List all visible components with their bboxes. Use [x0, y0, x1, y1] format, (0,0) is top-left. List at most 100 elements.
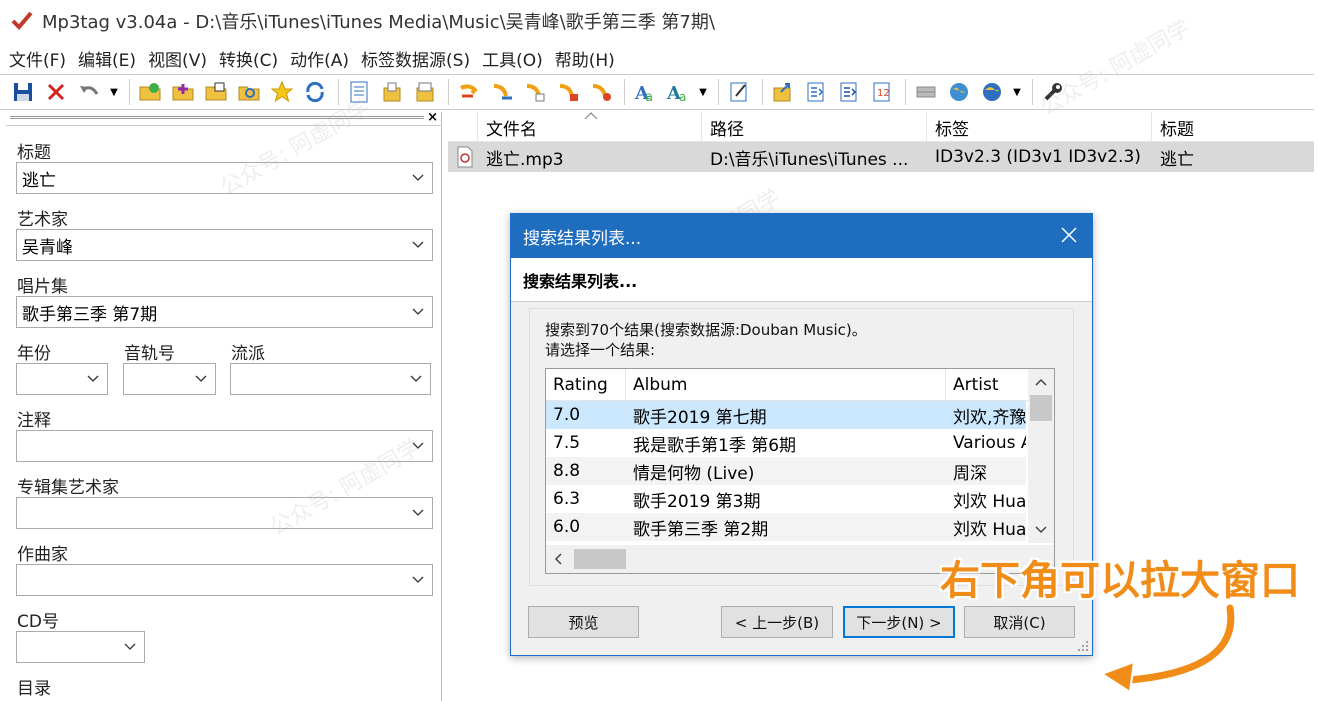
result-row[interactable]: 6.0 歌手第三季 第2期 刘欢 Hua [546, 513, 1026, 541]
change-directory-icon[interactable] [135, 77, 165, 107]
title-combo[interactable]: 逃亡 [16, 162, 433, 194]
folder-refresh-icon[interactable] [234, 77, 264, 107]
result-artist: 刘欢 Hua [953, 491, 1026, 512]
menu-convert[interactable]: 转换(C) [216, 46, 281, 71]
favorites-star-icon[interactable] [267, 77, 297, 107]
result-artist: 刘欢,齐豫 [953, 407, 1026, 428]
tag-to-tag-icon[interactable] [553, 77, 583, 107]
playlist-export-icon[interactable] [834, 77, 864, 107]
title-value: 逃亡 [22, 170, 56, 191]
result-artist: 周深 [953, 463, 987, 484]
year-combo[interactable] [16, 363, 108, 395]
column-path[interactable]: 路径 [702, 112, 927, 142]
result-artist: Various A [953, 433, 1026, 453]
dialog-header: 搜索结果列表... [511, 258, 1092, 302]
preview-button[interactable]: 预览 [528, 606, 639, 638]
menu-view[interactable]: 视图(V) [145, 46, 210, 71]
result-row[interactable]: 8.8 情是何物 (Live) 周深 [546, 457, 1026, 485]
tag-source-globe-icon[interactable] [977, 77, 1007, 107]
text-list-icon[interactable] [344, 77, 374, 107]
app-checkmark-icon [11, 11, 33, 30]
icon-column-header[interactable] [448, 112, 478, 142]
numbering-icon[interactable]: 12 [867, 77, 897, 107]
copy-tag-icon[interactable] [377, 77, 407, 107]
refresh-icon[interactable] [300, 77, 330, 107]
scroll-left-icon[interactable] [552, 552, 566, 566]
artist-label: 艺术家 [17, 210, 68, 230]
export-icon[interactable] [768, 77, 798, 107]
column-tag[interactable]: 标签 [927, 112, 1152, 142]
artist-combo[interactable]: 吴青峰 [16, 229, 433, 261]
result-row[interactable]: 7.5 我是歌手第1季 第6期 Various A [546, 429, 1026, 457]
comment-combo[interactable] [16, 430, 433, 462]
year-label: 年份 [17, 344, 51, 364]
resize-grip-icon[interactable] [1077, 640, 1089, 652]
result-row[interactable]: 7.0 歌手2019 第七期 刘欢,齐豫 [546, 401, 1026, 429]
options-wrench-icon[interactable] [1038, 77, 1068, 107]
result-row[interactable]: 6.3 歌手2019 第3期 刘欢 Hua [546, 485, 1026, 513]
playlist-icon[interactable] [801, 77, 831, 107]
column-artist[interactable]: Artist [946, 369, 1040, 401]
paste-tag-icon[interactable] [410, 77, 440, 107]
album-label: 唱片集 [17, 277, 68, 297]
close-icon[interactable] [1060, 226, 1078, 244]
menu-tools[interactable]: 工具(O) [479, 46, 546, 71]
menu-file[interactable]: 文件(F) [6, 46, 69, 71]
result-album: 我是歌手第1季 第6期 [633, 435, 797, 456]
result-album: 歌手2019 第七期 [633, 407, 767, 428]
text-to-tag-icon[interactable] [520, 77, 550, 107]
menu-actions[interactable]: 动作(A) [287, 46, 352, 71]
back-button[interactable]: < 上一步(B) [721, 606, 833, 638]
add-directory-icon[interactable] [168, 77, 198, 107]
menu-edit[interactable]: 编辑(E) [75, 46, 139, 71]
next-button[interactable]: 下一步(N) > [843, 606, 955, 638]
tag-to-filename-icon[interactable] [487, 77, 517, 107]
result-count-text: 搜索到70个结果(搜索数据源:Douban Music)。 [545, 321, 867, 339]
scroll-down-icon[interactable] [1034, 523, 1048, 537]
web-source-globe-icon[interactable] [944, 77, 974, 107]
column-album[interactable]: Album [626, 369, 946, 401]
tag-source-dropdown-icon[interactable]: ▼ [1010, 77, 1024, 107]
composer-combo[interactable] [16, 564, 433, 596]
undo-dropdown-icon[interactable]: ▼ [107, 77, 121, 107]
chevron-down-icon [412, 576, 424, 583]
comment-label: 注释 [17, 411, 51, 431]
panel-grip[interactable]: × [6, 110, 442, 126]
dialog-title-bar[interactable]: 搜索结果列表... [511, 214, 1092, 258]
undo-icon[interactable] [74, 77, 104, 107]
album-combo[interactable]: 歌手第三季 第7期 [16, 296, 433, 328]
vertical-scroll-thumb[interactable] [1030, 395, 1052, 421]
case-conversion-icon[interactable]: Aa [630, 77, 660, 107]
vertical-scrollbar[interactable] [1028, 369, 1054, 543]
album-artist-label: 专辑集艺术家 [17, 478, 119, 498]
panel-close-icon[interactable]: × [427, 110, 438, 125]
tag-panel: × 标题 逃亡 艺术家 吴青峰 唱片集 歌手第三季 第7期 年份 音轨号 流派 … [6, 110, 442, 701]
column-title[interactable]: 标题 [1152, 112, 1314, 142]
results-list: Rating Album Artist 7.0 歌手2019 第七期 刘欢,齐豫… [545, 368, 1055, 574]
actions-icon[interactable]: Aa [663, 77, 693, 107]
track-combo[interactable] [123, 363, 216, 395]
cancel-button[interactable]: 取消(C) [964, 606, 1075, 638]
save-icon[interactable] [8, 77, 38, 107]
scroll-up-icon[interactable] [1034, 375, 1048, 389]
remove-tag-icon[interactable] [41, 77, 71, 107]
menu-help[interactable]: 帮助(H) [552, 46, 618, 71]
cd-combo[interactable] [16, 631, 145, 663]
tag-to-folder-icon[interactable] [586, 77, 616, 107]
file-name: 逃亡.mp3 [486, 149, 564, 170]
artist-value: 吴青峰 [22, 237, 73, 258]
open-folder-icon[interactable] [201, 77, 231, 107]
svg-text:a: a [679, 90, 686, 104]
freedb-icon[interactable] [911, 77, 941, 107]
column-rating[interactable]: Rating [546, 369, 626, 401]
genre-combo[interactable] [230, 363, 431, 395]
edit-document-icon[interactable] [724, 77, 754, 107]
file-row[interactable]: 逃亡.mp3 D:\音乐\iTunes\iTunes ... ID3v2.3 (… [448, 142, 1314, 172]
album-artist-combo[interactable] [16, 497, 433, 529]
genre-label: 流派 [231, 344, 265, 364]
menu-tag-sources[interactable]: 标签数据源(S) [358, 46, 473, 71]
actions-dropdown-icon[interactable]: ▼ [696, 77, 710, 107]
svg-text:a: a [645, 90, 653, 104]
horizontal-scroll-thumb[interactable] [574, 549, 626, 569]
filename-to-tag-icon[interactable] [454, 77, 484, 107]
